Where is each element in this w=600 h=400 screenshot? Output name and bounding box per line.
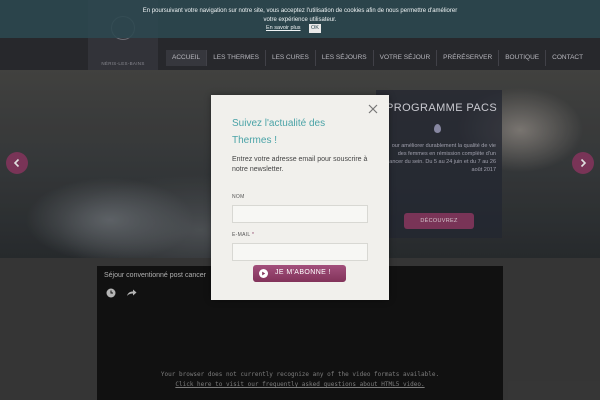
cookie-ok-button[interactable]: OK <box>309 24 321 33</box>
required-mark: * <box>252 232 255 238</box>
cookie-more-link[interactable]: En savoir plus <box>266 25 301 31</box>
name-field[interactable] <box>232 205 368 223</box>
modal-intro: Entrez votre adresse email pour souscrir… <box>232 156 368 173</box>
email-label: E-MAIL * <box>232 232 254 238</box>
newsletter-modal: Suivez l'actualité des Thermes ! Entrez … <box>211 95 389 300</box>
close-icon <box>368 104 378 114</box>
name-label: NOM <box>232 194 245 200</box>
subscribe-label: JE M'ABONNE ! <box>275 269 331 276</box>
cookie-text: En poursuivant votre navigation sur notr… <box>142 8 458 23</box>
name-label-text: NOM <box>232 194 245 200</box>
play-icon <box>262 271 266 276</box>
email-field[interactable] <box>232 243 368 261</box>
subscribe-button[interactable]: JE M'ABONNE ! <box>253 265 346 282</box>
email-label-text: E-MAIL <box>232 232 251 238</box>
play-circle-icon <box>259 269 268 278</box>
modal-title: Suivez l'actualité des Thermes ! <box>232 118 326 146</box>
cookie-banner: En poursuivant votre navigation sur notr… <box>0 0 600 38</box>
close-button[interactable] <box>367 103 379 115</box>
